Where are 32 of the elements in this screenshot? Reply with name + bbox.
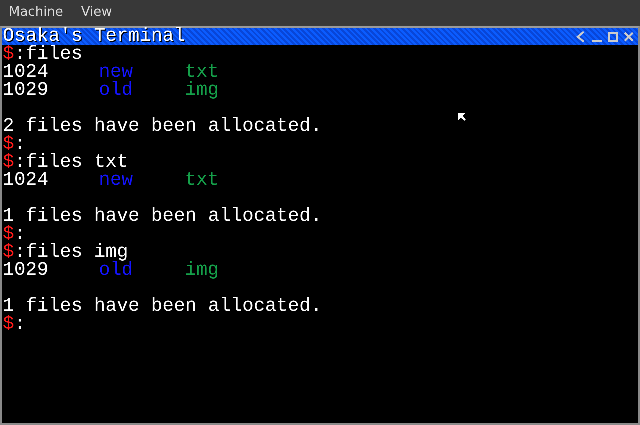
prompt-separator: :	[14, 135, 26, 153]
command-text: files	[26, 45, 83, 63]
output-message: 1 files have been allocated.	[3, 297, 322, 315]
collapse-icon[interactable]	[575, 30, 587, 42]
prompt-separator: :	[14, 153, 26, 171]
file-id: 1029	[3, 259, 49, 281]
file-name: old	[99, 79, 134, 101]
prompt-symbol: $	[3, 315, 14, 333]
command-text: files txt	[26, 153, 128, 171]
prompt-symbol: $	[3, 243, 14, 261]
prompt-symbol: $	[3, 45, 14, 63]
command-text: files img	[26, 243, 128, 261]
output-message: 1 files have been allocated.	[3, 207, 322, 225]
close-icon[interactable]	[623, 30, 635, 42]
prompt-separator: :	[14, 225, 26, 243]
file-id: 1024	[3, 169, 49, 191]
file-type: img	[185, 259, 220, 281]
prompt-separator: :	[14, 45, 26, 63]
maximize-icon[interactable]	[607, 30, 619, 42]
file-type: img	[185, 79, 220, 101]
prompt-separator: :	[14, 243, 26, 261]
prompt-symbol: $	[3, 135, 14, 153]
mouse-pointer-icon	[457, 112, 467, 122]
menu-item[interactable]: View	[74, 5, 120, 20]
output-message: 2 files have been allocated.	[3, 117, 322, 135]
prompt-symbol: $	[3, 225, 14, 243]
menu-item[interactable]: Machine	[2, 5, 70, 20]
file-type: txt	[185, 169, 220, 191]
window-title: Osaka's Terminal	[2, 28, 186, 45]
file-name: new	[99, 169, 134, 191]
prompt-separator: :	[14, 315, 26, 333]
prompt-symbol: $	[3, 153, 14, 171]
